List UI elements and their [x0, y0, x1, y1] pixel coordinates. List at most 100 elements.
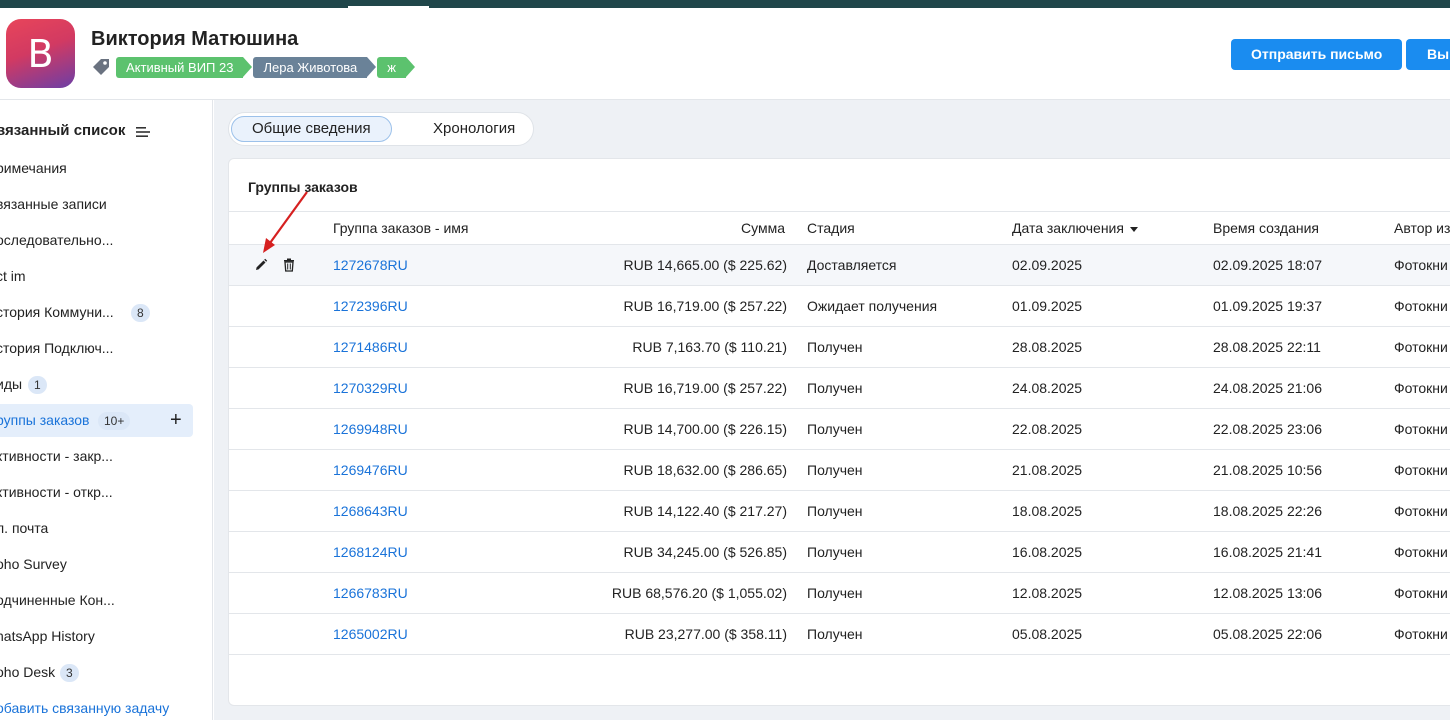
- card-title: Группы заказов: [248, 179, 358, 195]
- order-group-name-link[interactable]: 1268643RU: [333, 491, 408, 531]
- sidebar-item-activities-closed[interactable]: ктивности - закр...: [0, 440, 193, 473]
- sidebar-item-connection-history[interactable]: стория Подключ...: [0, 332, 193, 365]
- column-header-created[interactable]: Время создания: [1213, 212, 1319, 245]
- add-icon[interactable]: +: [170, 404, 182, 437]
- table-row[interactable]: 1270329RU RUB 16,719.00 ($ 257.22) Получен…: [229, 368, 1450, 409]
- table-row[interactable]: 1266783RU RUB 68,576.20 ($ 1,055.02) Получ…: [229, 573, 1450, 614]
- column-header-name[interactable]: Группа заказов - имя: [333, 212, 468, 245]
- order-groups-card: Группы заказов Группа заказов - имя Сумм…: [228, 158, 1450, 706]
- column-header-author[interactable]: Автор из: [1394, 212, 1450, 245]
- author-cell: Фотокни: [1394, 626, 1448, 642]
- avatar[interactable]: В: [6, 19, 75, 88]
- sidebar-item-leads[interactable]: иды 1: [0, 368, 193, 401]
- author-cell: Фотокни: [1394, 421, 1448, 437]
- tag-active-vip[interactable]: Активный ВИП 23: [116, 57, 253, 78]
- sidebar-item-zoho-desk[interactable]: oho Desk 3: [0, 656, 193, 689]
- sidebar-item-sequences[interactable]: оследовательно...: [0, 224, 193, 257]
- list-settings-icon[interactable]: [136, 126, 150, 138]
- top-navigation-bar: [0, 0, 1450, 8]
- tag-label: ж: [387, 60, 396, 75]
- more-action-button[interactable]: Вы: [1406, 39, 1450, 70]
- sidebar-item-label: hatsApp History: [0, 628, 95, 644]
- view-tabs: Общие сведения Хронология: [228, 112, 534, 146]
- tab-overview[interactable]: Общие сведения: [231, 116, 392, 142]
- created-time-cell: 22.08.2025 23:06: [1213, 421, 1322, 437]
- tag-owner[interactable]: Лера Животова: [253, 57, 377, 78]
- sidebar-item-activities-open[interactable]: ктивности - откр...: [0, 476, 193, 509]
- sidebar-item-zoho-survey[interactable]: oho Survey: [0, 548, 193, 581]
- tag-icon[interactable]: [92, 58, 110, 76]
- sidebar-item-subordinate-contacts[interactable]: одчиненные Кон...: [0, 584, 193, 617]
- close-date-cell: 01.09.2025: [1012, 298, 1083, 314]
- stage-cell: Получен: [807, 585, 863, 601]
- sidebar-item-ct-im[interactable]: ct im: [0, 260, 193, 293]
- author-cell: Фотокни: [1394, 585, 1448, 601]
- table-row[interactable]: 1265002RU RUB 23,277.00 ($ 358.11) Получен…: [229, 614, 1450, 655]
- stage-cell: Получен: [807, 626, 863, 642]
- edit-icon[interactable]: [254, 258, 268, 272]
- count-badge: 1: [28, 376, 47, 394]
- order-group-name-link[interactable]: 1272396RU: [333, 286, 408, 326]
- close-date-cell: 05.08.2025: [1012, 626, 1083, 642]
- sidebar-item-email[interactable]: л. почта: [0, 512, 193, 545]
- column-header-stage[interactable]: Стадия: [807, 212, 855, 245]
- tab-timeline[interactable]: Хронология: [413, 116, 535, 142]
- order-group-name-link[interactable]: 1269948RU: [333, 409, 408, 449]
- column-header-amount[interactable]: Сумма: [741, 212, 785, 245]
- sidebar-item-label: л. почта: [0, 520, 49, 536]
- order-group-name-link[interactable]: 1269476RU: [333, 450, 408, 490]
- tag-list: Активный ВИП 23 Лера Животова ж: [116, 57, 415, 78]
- sidebar-item-whatsapp-history[interactable]: hatsApp History: [0, 620, 193, 653]
- table-row[interactable]: 1268643RU RUB 14,122.40 ($ 217.27) Получен…: [229, 491, 1450, 532]
- table-row[interactable]: 1269476RU RUB 18,632.00 ($ 286.65) Получен…: [229, 450, 1450, 491]
- order-group-name-link[interactable]: 1270329RU: [333, 368, 408, 408]
- send-email-button[interactable]: Отправить письмо: [1231, 39, 1403, 70]
- sort-descending-icon[interactable]: [1129, 226, 1138, 232]
- table-row[interactable]: 1268124RU RUB 34,245.00 ($ 526.85) Получен…: [229, 532, 1450, 573]
- sidebar-item-order-groups[interactable]: руппы заказов 10+ +: [0, 404, 193, 437]
- order-group-name-link[interactable]: 1271486RU: [333, 327, 408, 367]
- tag-gender[interactable]: ж: [377, 57, 415, 78]
- close-date-cell: 28.08.2025: [1012, 339, 1083, 355]
- order-group-name-link[interactable]: 1265002RU: [333, 614, 408, 654]
- table-row[interactable]: 1272396RU RUB 16,719.00 ($ 257.22) Ожидает…: [229, 286, 1450, 327]
- stage-cell: Получен: [807, 462, 863, 478]
- sidebar-item-label: римечания: [0, 160, 67, 176]
- sidebar-item-label: иды: [0, 376, 23, 392]
- created-time-cell: 24.08.2025 21:06: [1213, 380, 1322, 396]
- created-time-cell: 28.08.2025 22:11: [1213, 339, 1321, 355]
- related-list-sidebar: вязанный список римечания вязанные запис…: [0, 100, 213, 720]
- contact-name: Виктория Матюшина: [91, 28, 299, 50]
- sidebar-item-notes[interactable]: римечания: [0, 152, 193, 185]
- amount-cell: RUB 23,277.00 ($ 358.11): [624, 626, 787, 642]
- author-cell: Фотокни: [1394, 462, 1448, 478]
- sidebar-item-label: стория Коммуни...: [0, 304, 114, 320]
- column-header-close-date[interactable]: Дата заключения: [1012, 212, 1138, 245]
- close-date-cell: 21.08.2025: [1012, 462, 1083, 478]
- count-badge: 3: [60, 664, 79, 682]
- stage-cell: Получен: [807, 421, 863, 437]
- sidebar-item-communication-history[interactable]: стория Коммуни... 8: [0, 296, 193, 329]
- order-group-name-link[interactable]: 1266783RU: [333, 573, 408, 613]
- close-date-cell: 18.08.2025: [1012, 503, 1083, 519]
- table-row[interactable]: 1271486RU RUB 7,163.70 ($ 110.21) Получен 2…: [229, 327, 1450, 368]
- table-row[interactable]: 1272678RU RUB 14,665.00 ($ 225.62) Доставл…: [229, 245, 1450, 286]
- count-badge: 8: [131, 304, 150, 322]
- amount-cell: RUB 14,665.00 ($ 225.62): [623, 257, 787, 273]
- created-time-cell: 01.09.2025 19:37: [1213, 298, 1322, 314]
- table-row[interactable]: 1269948RU RUB 14,700.00 ($ 226.15) Получен…: [229, 409, 1450, 450]
- order-group-name-link[interactable]: 1272678RU: [333, 245, 408, 285]
- author-cell: Фотокни: [1394, 544, 1448, 560]
- sidebar-item-label: oho Survey: [0, 556, 67, 572]
- amount-cell: RUB 14,700.00 ($ 226.15): [623, 421, 787, 437]
- sidebar-item-label: руппы заказов: [0, 412, 90, 428]
- sidebar-item-related-records[interactable]: вязанные записи: [0, 188, 193, 221]
- sidebar-item-label: oho Desk: [0, 664, 56, 680]
- amount-cell: RUB 68,576.20 ($ 1,055.02): [611, 585, 787, 601]
- delete-icon[interactable]: [282, 258, 296, 272]
- close-date-cell: 22.08.2025: [1012, 421, 1083, 437]
- order-group-name-link[interactable]: 1268124RU: [333, 532, 408, 572]
- add-related-task-link[interactable]: обавить связанную задачу: [0, 700, 169, 716]
- sidebar-item-label: одчиненные Кон...: [0, 592, 115, 608]
- created-time-cell: 21.08.2025 10:56: [1213, 462, 1322, 478]
